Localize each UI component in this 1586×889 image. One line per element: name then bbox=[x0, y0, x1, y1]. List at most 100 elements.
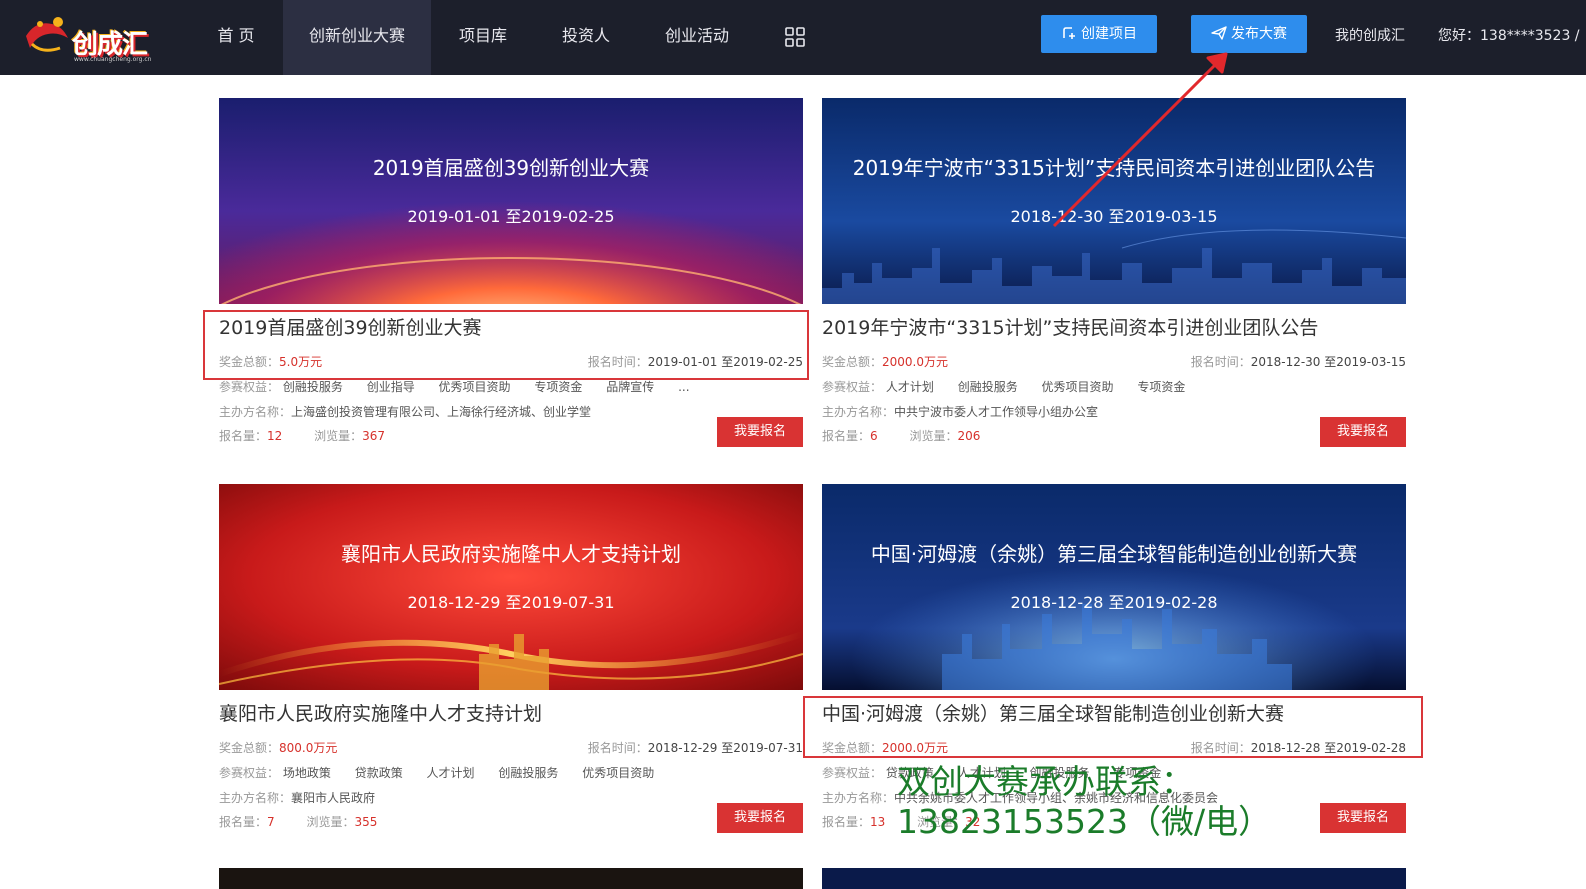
nav-investors[interactable]: 投资人 bbox=[548, 0, 624, 75]
signup-button[interactable]: 我要报名 bbox=[717, 803, 803, 833]
signups-value: 12 bbox=[267, 429, 283, 443]
views-value: 206 bbox=[957, 429, 981, 443]
next-contest-banner-partial[interactable] bbox=[219, 868, 803, 889]
contact-heading: 双创大赛承办联系： bbox=[897, 762, 1194, 801]
nav-contests[interactable]: 创新创业大赛 bbox=[283, 0, 431, 75]
banner-title: 2019首届盛创39创新创业大赛 bbox=[372, 156, 650, 180]
more-apps-grid-icon[interactable] bbox=[785, 27, 805, 47]
stats-row: 报名量：7 浏览量：355 bbox=[219, 813, 377, 830]
signups-label: 报名量： bbox=[822, 429, 871, 443]
benefit-tag: 创融投服务 bbox=[957, 380, 1018, 394]
logo-emblem-icon bbox=[26, 17, 68, 52]
benefit-tag: 优秀项目资助 bbox=[1041, 380, 1114, 394]
signups-value: 6 bbox=[870, 429, 878, 443]
contact-phone: 13823153523（微/电） bbox=[897, 802, 1272, 841]
prize-label: 奖金总额： bbox=[822, 355, 883, 369]
benefit-tag: 创融投服务 bbox=[282, 380, 343, 394]
benefit-tag: 创融投服务 bbox=[498, 766, 559, 780]
benefit-tag: 贷款政策 bbox=[354, 766, 403, 780]
banner-date: 2019-01-01 至2019-02-25 bbox=[407, 207, 615, 226]
banner-date: 2018-12-29 至2019-07-31 bbox=[407, 593, 615, 612]
banner-background-image bbox=[219, 484, 803, 690]
benefits-row: 参赛权益： 创融投服务 创业指导 优秀项目资助 专项资金 品牌宣传 ... bbox=[219, 378, 710, 395]
nav-home[interactable]: 首 页 bbox=[198, 0, 274, 75]
views-label: 浏览量： bbox=[314, 429, 363, 443]
benefits-label: 参赛权益： bbox=[822, 766, 883, 780]
top-navigation-bar: 创成汇 www.chuangcheng.org.cn 首 页 创新创业大赛 项目… bbox=[0, 0, 1586, 75]
contact-overlay: 双创大赛承办联系： 13823153523（微/电） bbox=[897, 762, 1271, 842]
contest-banner[interactable]: 2019首届盛创39创新创业大赛 2019-01-01 至2019-02-25 bbox=[219, 98, 803, 304]
benefit-tag: 人才计划 bbox=[885, 380, 934, 394]
reg-time-value: 2018-12-29 至2019-07-31 bbox=[647, 741, 803, 755]
registration-time: 报名时间：2018-12-30 至2019-03-15 bbox=[1191, 353, 1406, 370]
organizer-value: 上海盛创投资管理有限公司、上海徐行经济城、创业学堂 bbox=[291, 405, 592, 419]
benefit-tag: 专项资金 bbox=[1137, 380, 1186, 394]
signups-label: 报名量： bbox=[219, 429, 268, 443]
organizer-label: 主办方名称： bbox=[219, 405, 292, 419]
benefit-tag: 品牌宣传 bbox=[606, 380, 655, 394]
contest-title[interactable]: 襄阳市人民政府实施隆中人才支持计划 bbox=[219, 699, 542, 726]
organizer-row: 主办方名称：中共宁波市委人才工作领导小组办公室 bbox=[822, 403, 1118, 420]
prize-value: 800.0万元 bbox=[279, 741, 338, 755]
contest-card: 2019首届盛创39创新创业大赛 2019-01-01 至2019-02-25 … bbox=[219, 98, 803, 448]
create-project-icon bbox=[1063, 26, 1075, 39]
my-account-link[interactable]: 我的创成汇 bbox=[1335, 0, 1405, 72]
annotation-arrow-icon bbox=[1052, 52, 1228, 228]
benefits-row: 参赛权益： 场地政策 贷款政策 人才计划 创融投服务 优秀项目资助 bbox=[219, 764, 674, 781]
prize-total: 奖金总额：800.0万元 bbox=[219, 739, 337, 756]
reg-time-label: 报名时间： bbox=[1190, 355, 1251, 369]
banner-background-image bbox=[822, 484, 1406, 690]
benefits-row: 参赛权益： 人才计划 创融投服务 优秀项目资助 专项资金 bbox=[822, 378, 1205, 395]
registration-time: 报名时间：2018-12-29 至2019-07-31 bbox=[588, 739, 803, 756]
signups-value: 7 bbox=[267, 815, 275, 829]
stats-row: 报名量：12 浏览量：367 bbox=[219, 427, 385, 444]
banner-date: 2018-12-28 至2019-02-28 bbox=[1010, 593, 1218, 612]
signups-label: 报名量： bbox=[822, 815, 871, 829]
benefit-tag: 优秀项目资助 bbox=[438, 380, 511, 394]
benefits-label: 参赛权益： bbox=[219, 380, 280, 394]
paper-plane-icon bbox=[1211, 25, 1227, 40]
organizer-label: 主办方名称： bbox=[822, 405, 895, 419]
signup-button[interactable]: 我要报名 bbox=[1320, 417, 1406, 447]
organizer-value: 中共宁波市委人才工作领导小组办公室 bbox=[894, 405, 1099, 419]
prize-value: 2000.0万元 bbox=[882, 355, 949, 369]
contest-card: 襄阳市人民政府实施隆中人才支持计划 2018-12-29 至2019-07-31… bbox=[219, 484, 803, 834]
benefit-tag: ... bbox=[678, 380, 690, 394]
banner-title: 中国·河姆渡（余姚）第三届全球智能制造创业创新大赛 bbox=[870, 542, 1358, 566]
views-label: 浏览量： bbox=[306, 815, 355, 829]
user-greeting[interactable]: 您好：138****3523 / bbox=[1438, 0, 1580, 72]
signups-label: 报名量： bbox=[219, 815, 268, 829]
signup-button[interactable]: 我要报名 bbox=[1320, 803, 1406, 833]
next-contest-banner-partial[interactable] bbox=[822, 868, 1406, 889]
nav-projects[interactable]: 项目库 bbox=[445, 0, 521, 75]
stats-row: 报名量：6 浏览量：206 bbox=[822, 427, 980, 444]
benefit-tag: 专项资金 bbox=[534, 380, 583, 394]
signup-button[interactable]: 我要报名 bbox=[717, 417, 803, 447]
organizer-label: 主办方名称： bbox=[822, 791, 895, 805]
highlight-box bbox=[203, 310, 809, 380]
banner-background-image bbox=[219, 98, 803, 304]
benefits-label: 参赛权益： bbox=[822, 380, 883, 394]
contest-banner[interactable]: 襄阳市人民政府实施隆中人才支持计划 2018-12-29 至2019-07-31 bbox=[219, 484, 803, 690]
prize-label: 奖金总额： bbox=[219, 741, 280, 755]
contest-title[interactable]: 2019年宁波市“3315计划”支持民间资本引进创业团队公告 bbox=[822, 313, 1318, 340]
logo-url: www.chuangcheng.org.cn bbox=[74, 56, 152, 63]
views-value: 355 bbox=[354, 815, 378, 829]
organizer-row: 主办方名称：襄阳市人民政府 bbox=[219, 789, 395, 806]
benefit-tag: 优秀项目资助 bbox=[582, 766, 655, 780]
reg-time-label: 报名时间： bbox=[587, 741, 648, 755]
signups-value: 13 bbox=[870, 815, 886, 829]
views-value: 367 bbox=[362, 429, 386, 443]
nav-events[interactable]: 创业活动 bbox=[650, 0, 744, 75]
benefit-tag: 人才计划 bbox=[426, 766, 475, 780]
organizer-value: 襄阳市人民政府 bbox=[291, 791, 376, 805]
benefit-tag: 场地政策 bbox=[282, 766, 331, 780]
organizer-row: 主办方名称：上海盛创投资管理有限公司、上海徐行经济城、创业学堂 bbox=[219, 403, 611, 420]
benefit-tag: 创业指导 bbox=[366, 380, 415, 394]
highlight-box bbox=[803, 696, 1423, 758]
banner-title: 襄阳市人民政府实施隆中人才支持计划 bbox=[341, 542, 681, 566]
organizer-label: 主办方名称： bbox=[219, 791, 292, 805]
site-logo[interactable]: 创成汇 www.chuangcheng.org.cn bbox=[22, 6, 162, 66]
contest-banner[interactable]: 中国·河姆渡（余姚）第三届全球智能制造创业创新大赛 2018-12-28 至20… bbox=[822, 484, 1406, 690]
prize-total: 奖金总额：2000.0万元 bbox=[822, 353, 948, 370]
